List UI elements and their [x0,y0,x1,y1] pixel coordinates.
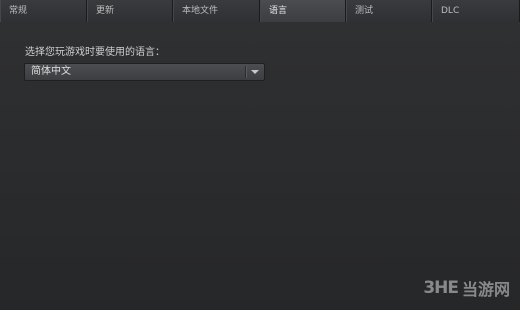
tab-betas[interactable]: 测试 [346,0,432,22]
tab-local-files[interactable]: 本地文件 [173,0,260,22]
select-divider [245,66,247,78]
language-panel: 选择您玩游戏时要使用的语言： 简体中文 [0,22,520,310]
tab-updates[interactable]: 更新 [87,0,173,22]
watermark: 3HE 当游网 [423,276,510,300]
tab-language[interactable]: 语言 [260,0,346,23]
watermark-logo: 3HE [423,278,459,298]
tab-general[interactable]: 常规 [0,0,87,22]
tab-dlc[interactable]: DLC [432,0,520,22]
watermark-text: 当游网 [461,280,510,299]
language-prompt: 选择您玩游戏时要使用的语言： [25,47,165,58]
chevron-down-icon[interactable] [251,70,259,74]
tab-bar: 常规 更新 本地文件 语言 测试 DLC [0,0,520,23]
language-select-value: 简体中文 [31,66,71,77]
language-select[interactable]: 简体中文 [24,63,265,81]
